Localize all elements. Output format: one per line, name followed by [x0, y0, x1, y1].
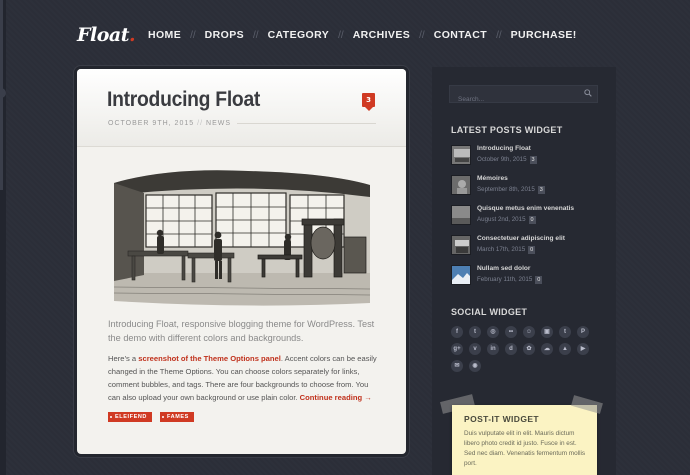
nav-purchase[interactable]: PURCHASE! [511, 29, 577, 41]
linkedin-icon[interactable]: in [487, 343, 499, 355]
latest-post-title[interactable]: Consectetuer adipiscing elit [477, 235, 565, 242]
google-plus-icon[interactable]: g+ [451, 343, 463, 355]
latest-post-item[interactable]: Consectetuer adipiscing elit March 17th,… [451, 235, 611, 257]
postit-widget: POST-IT WIDGET Duis vulputate elit in el… [452, 405, 597, 475]
post-body: Here’s a screenshot of the Theme Options… [108, 354, 377, 402]
latest-post-title[interactable]: Quisque metus enim venenatis [477, 205, 574, 212]
side-scroll-strip [0, 0, 6, 475]
latest-post-comments[interactable]: 0 [528, 216, 536, 224]
continue-reading-link[interactable]: Continue reading → [300, 393, 372, 402]
email-icon[interactable]: ✉ [451, 360, 463, 372]
soundcloud-icon[interactable]: ☁ [541, 343, 553, 355]
latest-post-item[interactable]: Quisque metus enim venenatis August 2nd,… [451, 205, 611, 227]
tag-fames[interactable]: FAMES [160, 412, 194, 422]
latest-post-title[interactable]: Nullam sed dolor [477, 265, 531, 272]
nav-category[interactable]: CATEGORY [268, 29, 330, 41]
tag-eleifend[interactable]: ELEIFEND [108, 412, 152, 422]
dribbble-icon[interactable]: ◎ [487, 326, 499, 338]
twitter-icon[interactable]: t [469, 326, 481, 338]
pinterest-icon[interactable]: P [577, 326, 589, 338]
post-thumbnail[interactable] [451, 145, 471, 165]
github-icon[interactable]: ☺ [523, 326, 535, 338]
picasa-icon[interactable]: ✿ [523, 343, 535, 355]
search-input[interactable] [450, 91, 575, 108]
tumblr-icon[interactable]: t [559, 326, 571, 338]
instagram-icon[interactable]: ▣ [541, 326, 553, 338]
latest-post-comments[interactable]: 0 [528, 246, 536, 254]
post-thumbnail[interactable] [451, 175, 471, 195]
latest-post-comments[interactable]: 0 [535, 276, 543, 284]
latest-post-date: September 8th, 2015 [477, 186, 535, 193]
postit-title: POST-IT WIDGET [464, 414, 540, 424]
post-image [108, 163, 374, 307]
post-meta: OCTOBER 9TH, 2015 // NEWS [108, 120, 376, 127]
latest-posts-title: LATEST POSTS WIDGET [451, 125, 563, 135]
latest-post-title[interactable]: Mémoires [477, 175, 508, 182]
forrst-icon[interactable]: ▲ [559, 343, 571, 355]
latest-post-date: August 2nd, 2015 [477, 216, 526, 223]
post-date: OCTOBER 9TH, 2015 [108, 120, 195, 127]
post-thumbnail[interactable] [451, 205, 471, 225]
side-panel-handle[interactable] [0, 88, 6, 98]
post-category[interactable]: NEWS [206, 120, 231, 127]
flickr-icon[interactable]: •• [505, 326, 517, 338]
facebook-icon[interactable]: f [451, 326, 463, 338]
post-thumbnail[interactable] [451, 235, 471, 255]
search-icon[interactable] [584, 89, 592, 97]
latest-post-date: February 11th, 2015 [477, 276, 533, 283]
post-card: Introducing Float 3 OCTOBER 9TH, 2015 //… [77, 69, 406, 454]
post-tags: ELEIFEND FAMES [108, 412, 194, 422]
latest-post-item[interactable]: Mémoires September 8th, 2015 3 [451, 175, 611, 197]
latest-post-date: October 9th, 2015 [477, 156, 527, 163]
latest-post-date: March 17th, 2015 [477, 246, 526, 253]
nav-contact[interactable]: CONTACT [434, 29, 487, 41]
post-lead: Introducing Float, responsive blogging t… [108, 319, 375, 343]
latest-post-comments[interactable]: 3 [529, 156, 537, 164]
latest-post-item[interactable]: Nullam sed dolor February 11th, 2015 0 [451, 265, 611, 287]
vimeo-icon[interactable]: v [469, 343, 481, 355]
latest-post-title[interactable]: Introducing Float [477, 145, 531, 152]
nav-archives[interactable]: ARCHIVES [353, 29, 410, 41]
latest-post-comments[interactable]: 3 [537, 186, 545, 194]
theme-options-link[interactable]: screenshot of the Theme Options panel [138, 354, 281, 363]
latest-post-item[interactable]: Introducing Float October 9th, 2015 3 [451, 145, 611, 167]
post-title[interactable]: Introducing Float [107, 88, 260, 112]
social-widget-title: SOCIAL WIDGET [451, 307, 528, 317]
search-box [449, 85, 598, 108]
youtube-icon[interactable]: ▶ [577, 343, 589, 355]
social-icons: f t ◎ •• ☺ ▣ t P g+ v in d ✿ ☁ ▲ ▶ ✉ ◉ [451, 326, 591, 372]
nav-drops[interactable]: DROPS [205, 29, 244, 41]
main-nav: HOME// DROPS// CATEGORY// ARCHIVES// CON… [148, 29, 577, 41]
postit-text: Duis vulputate elit in elit. Mauris dict… [464, 430, 586, 467]
nav-home[interactable]: HOME [148, 29, 181, 41]
site-logo[interactable]: Float. [77, 24, 136, 46]
post-thumbnail[interactable] [451, 265, 471, 285]
comment-count-bubble[interactable]: 3 [362, 93, 375, 111]
rss-icon[interactable]: ◉ [469, 360, 481, 372]
deviantart-icon[interactable]: d [505, 343, 517, 355]
